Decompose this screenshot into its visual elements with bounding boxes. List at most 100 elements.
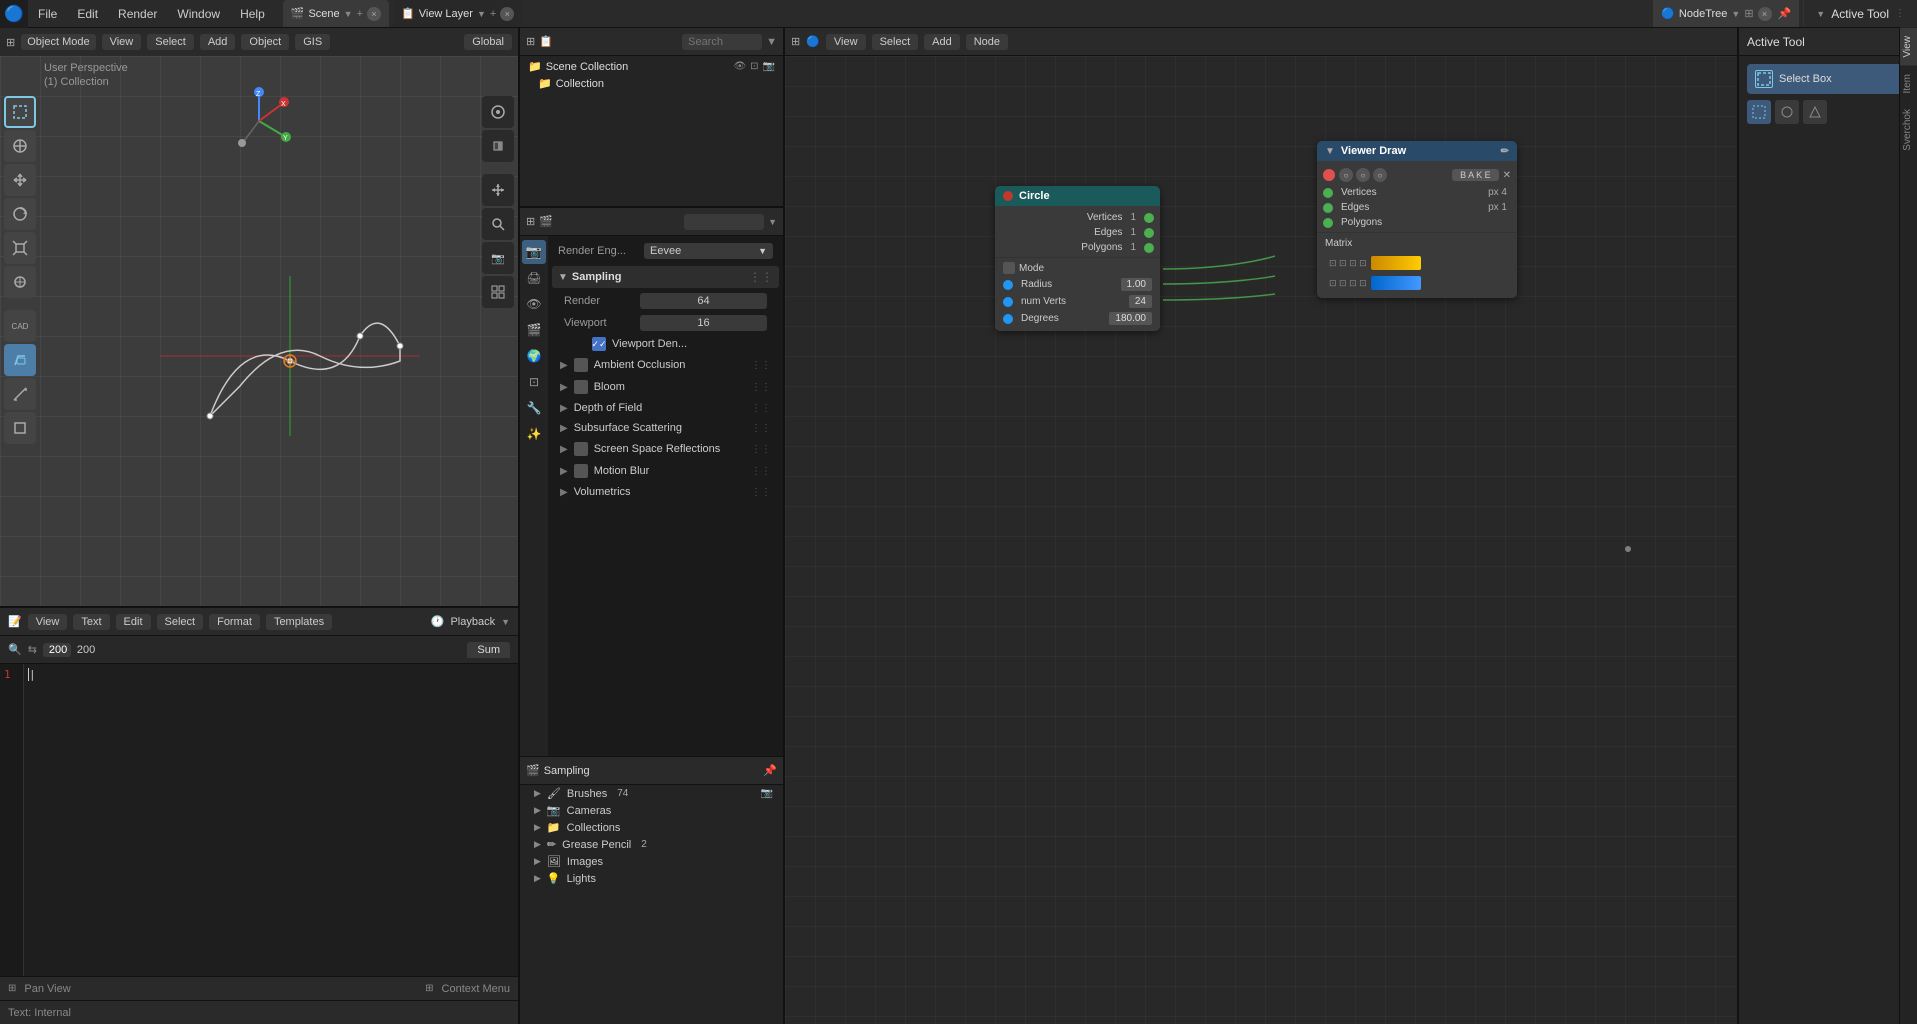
sss-dots[interactable]: ⋮⋮ — [751, 423, 771, 434]
tool-icon-2[interactable] — [1775, 100, 1799, 124]
select-tool-icon[interactable] — [4, 96, 36, 128]
menu-help[interactable]: Help — [230, 0, 275, 27]
viewport-select-btn[interactable]: Select — [147, 34, 194, 50]
viewport-global-btn[interactable]: Global — [464, 34, 512, 50]
ao-checkbox[interactable] — [574, 358, 588, 372]
viewport-mode-dropdown[interactable]: Object Mode — [21, 34, 95, 50]
text-select-menu[interactable]: Select — [157, 614, 204, 630]
motionblur-section[interactable]: ▶ Motion Blur ⋮⋮ — [552, 460, 779, 482]
measure-tool-icon[interactable] — [4, 378, 36, 410]
props-filter-arrow[interactable]: ▼ — [768, 217, 777, 227]
outliner-collection[interactable]: 📁 Collection — [520, 75, 783, 92]
render-engine-dropdown[interactable]: Eevee ▼ — [644, 243, 773, 259]
circle-degrees-val[interactable]: 180.00 — [1109, 312, 1152, 325]
item-tab-label[interactable]: Item — [1900, 66, 1917, 101]
viewport-axis-widget[interactable]: Z Y X — [224, 86, 294, 159]
pan-icon[interactable] — [482, 174, 514, 206]
bloom-dots[interactable]: ⋮⋮ — [751, 382, 771, 393]
text-frame-arrows[interactable]: ⇆ — [28, 643, 37, 656]
cursor-tool-icon[interactable] — [4, 130, 36, 162]
viewer-icons[interactable]: ○ ○ ○ — [1339, 168, 1387, 182]
sampling-section[interactable]: ▼ Sampling ⋮⋮ — [552, 266, 779, 288]
text-format-menu[interactable]: Format — [209, 614, 260, 630]
outliner-restrict-icon[interactable]: ⊡ — [750, 61, 758, 72]
viewport-value[interactable]: 16 — [640, 315, 767, 331]
props-modifier-icon[interactable]: 🔧 — [522, 396, 546, 420]
sampling-dots[interactable]: ⋮⋮ — [749, 270, 773, 284]
tool-icon-1[interactable] — [1747, 100, 1771, 124]
view-tab-label[interactable]: View — [1900, 28, 1917, 66]
viewport-overlay-icon[interactable] — [482, 96, 514, 128]
viewport-object-btn[interactable]: Object — [241, 34, 289, 50]
viewer-matrix-row2[interactable]: ⊡ ⊡ ⊡ ⊡ — [1325, 274, 1509, 292]
bloom-checkbox[interactable] — [574, 380, 588, 394]
props-object-icon[interactable]: ⊡ — [522, 370, 546, 394]
props-render-icon[interactable]: 📷 — [522, 240, 546, 264]
scene-tab-new[interactable]: + — [357, 8, 363, 20]
move-tool-icon[interactable] — [4, 164, 36, 196]
viewlayer-tab-label[interactable]: View Layer — [419, 8, 473, 20]
menu-render[interactable]: Render — [108, 0, 167, 27]
nodetree-close[interactable]: × — [1758, 7, 1772, 21]
props-output-icon[interactable]: 🖨 — [522, 266, 546, 290]
lights-item[interactable]: ▶ 💡 Lights — [520, 870, 783, 887]
scene-tab-label[interactable]: Scene — [308, 8, 339, 20]
dof-dots[interactable]: ⋮⋮ — [751, 403, 771, 414]
box-tool-icon[interactable] — [4, 412, 36, 444]
node-view-btn[interactable]: View — [826, 34, 866, 50]
outliner-filter-icon[interactable]: ▼ — [766, 36, 777, 48]
sverchok-tab-label[interactable]: Sverchok — [1900, 101, 1917, 159]
pan-view-btn[interactable]: Pan View — [24, 983, 70, 995]
annotate-tool-icon[interactable] — [4, 344, 36, 376]
ambient-occlusion-section[interactable]: ▶ Ambient Occlusion ⋮⋮ — [552, 354, 779, 376]
scale-tool-icon[interactable] — [4, 232, 36, 264]
vol-dots[interactable]: ⋮⋮ — [751, 487, 771, 498]
props-particles-icon[interactable]: ✨ — [522, 422, 546, 446]
viewport-view-btn[interactable]: View — [102, 34, 142, 50]
nodetree-pin[interactable]: 📌 — [1778, 7, 1792, 20]
scene-pin-icon[interactable]: 📌 — [763, 764, 777, 777]
circle-node[interactable]: Circle Vertices 1 Edges 1 Polygons — [995, 186, 1160, 331]
dof-section[interactable]: ▶ Depth of Field ⋮⋮ — [552, 398, 779, 418]
outliner-vis-icon[interactable]: 👁 — [733, 61, 746, 72]
grid-icon[interactable] — [482, 276, 514, 308]
viewport-gis-btn[interactable]: GIS — [295, 34, 330, 50]
scene-tab-close[interactable]: × — [367, 7, 381, 21]
ssr-section[interactable]: ▶ Screen Space Reflections ⋮⋮ — [552, 438, 779, 460]
brushes-item[interactable]: ▶ 🖌 Brushes 74 📷 — [520, 785, 783, 802]
transform-tool-icon[interactable] — [4, 266, 36, 298]
props-world-icon[interactable]: 🌍 — [522, 344, 546, 368]
collections-item[interactable]: ▶ 📁 Collections — [520, 819, 783, 836]
sss-section[interactable]: ▶ Subsurface Scattering ⋮⋮ — [552, 418, 779, 438]
text-edit-menu[interactable]: Edit — [116, 614, 151, 630]
volumetrics-section[interactable]: ▶ Volumetrics ⋮⋮ — [552, 482, 779, 502]
outliner-search[interactable] — [682, 34, 762, 50]
node-add-btn[interactable]: Add — [924, 34, 960, 50]
circle-mode-checkbox[interactable] — [1003, 262, 1015, 274]
node-node-btn[interactable]: Node — [966, 34, 1008, 50]
menu-window[interactable]: Window — [167, 0, 230, 27]
mb-dots[interactable]: ⋮⋮ — [751, 466, 771, 477]
mb-checkbox[interactable] — [574, 464, 588, 478]
text-cursor[interactable]: | — [24, 664, 518, 976]
playback-label[interactable]: Playback — [450, 616, 495, 628]
viewlayer-tab-close[interactable]: × — [500, 7, 514, 21]
viewer-expand-icon[interactable]: ▼ — [1325, 146, 1335, 157]
tool-icon-3[interactable] — [1803, 100, 1827, 124]
menu-edit[interactable]: Edit — [67, 0, 108, 27]
viewer-x-icon[interactable]: ✕ — [1503, 170, 1511, 181]
images-item[interactable]: ▶ 🖼 Images — [520, 853, 783, 870]
props-view-icon[interactable]: 👁 — [522, 292, 546, 316]
render-value[interactable]: 64 — [640, 293, 767, 309]
viewport-shading-icon[interactable] — [482, 130, 514, 162]
viewport-add-btn[interactable]: Add — [200, 34, 236, 50]
menu-file[interactable]: File — [28, 0, 67, 27]
nodetree-expand[interactable]: ⊞ — [1744, 7, 1753, 20]
bloom-section[interactable]: ▶ Bloom ⋮⋮ — [552, 376, 779, 398]
text-view-menu[interactable]: View — [28, 614, 68, 630]
camera-icon[interactable]: 📷 — [482, 242, 514, 274]
text-text-menu[interactable]: Text — [73, 614, 109, 630]
node-select-btn[interactable]: Select — [872, 34, 919, 50]
context-menu-btn[interactable]: Context Menu — [442, 983, 510, 995]
viewport-denoising-checkbox[interactable]: ✓ — [592, 337, 606, 351]
